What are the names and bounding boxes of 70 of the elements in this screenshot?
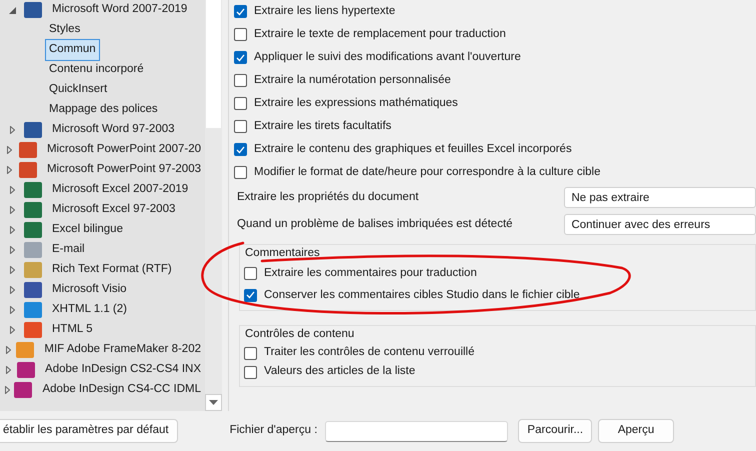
checkbox-label: Extraire les liens hypertexte xyxy=(254,4,396,19)
checkbox-label: Conserver les commentaires cibles Studio dans le fichier cible xyxy=(264,288,580,303)
checkbox[interactable] xyxy=(234,143,247,156)
checkbox[interactable] xyxy=(244,366,257,378)
checkbox[interactable] xyxy=(244,266,257,280)
collapsed-arrow-icon[interactable] xyxy=(10,286,14,294)
checkbox-label: Appliquer le suivi des modifications avant l'ouverture xyxy=(254,50,521,65)
collapsed-arrow-icon[interactable] xyxy=(6,366,12,374)
tree-item[interactable]: HTML 5 xyxy=(48,319,96,341)
collapsed-arrow-icon[interactable] xyxy=(10,306,14,314)
collapsed-arrow-icon[interactable] xyxy=(6,166,12,174)
browse-button[interactable]: Parcourir... xyxy=(518,419,592,443)
tree-item[interactable]: QuickInsert xyxy=(45,79,112,101)
tree-item[interactable]: MIF Adobe FrameMaker 8-202 xyxy=(40,339,205,361)
scrollbar[interactable] xyxy=(205,0,222,411)
tree-item[interactable]: Commun xyxy=(45,39,100,61)
tree-item[interactable]: Microsoft PowerPoint 97-2003 xyxy=(42,159,205,181)
collapsed-arrow-icon[interactable] xyxy=(10,266,14,274)
expanded-arrow-icon[interactable] xyxy=(8,6,16,14)
checkbox[interactable] xyxy=(234,166,247,179)
tree-item[interactable]: E-mail xyxy=(48,239,89,261)
property-label: Extraire les propriétés du document xyxy=(237,190,420,205)
collapsed-arrow-icon[interactable] xyxy=(6,346,11,354)
tree-item[interactable]: Microsoft PowerPoint 2007-20 xyxy=(42,139,205,161)
checkbox[interactable] xyxy=(244,346,257,360)
tree-item[interactable]: Styles xyxy=(45,19,84,41)
tree-item[interactable]: Excel bilingue xyxy=(48,219,127,241)
checkbox-label: Extraire les commentaires pour traduction xyxy=(264,266,477,281)
checkbox[interactable] xyxy=(234,120,247,133)
checkbox-label: Extraire le texte de remplacement pour traduction xyxy=(254,26,506,42)
checkbox-label: Modifier le format de date/heure pour correspondre à la culture cible xyxy=(254,164,600,180)
collapsed-arrow-icon[interactable] xyxy=(10,326,14,334)
checkbox[interactable] xyxy=(234,5,247,18)
dropdown[interactable]: Continuer avec des erreurs xyxy=(564,214,756,235)
checkbox[interactable] xyxy=(234,74,247,87)
checkbox-label: Extraire la numérotation personnalisée xyxy=(254,72,451,88)
collapsed-arrow-icon[interactable] xyxy=(6,146,12,154)
tree-item[interactable]: Microsoft Word 2007-2019 xyxy=(48,0,192,21)
tree-item[interactable]: XHTML 1.1 (2) xyxy=(48,299,131,321)
checkbox[interactable] xyxy=(234,97,247,110)
preview-file-field[interactable] xyxy=(325,420,508,442)
tree-item[interactable]: Microsoft Excel 2007-2019 xyxy=(48,179,192,201)
checkbox-label: Extraire les expressions mathématiques xyxy=(254,96,458,111)
collapsed-arrow-icon[interactable] xyxy=(4,386,10,394)
preview-label: Fichier d'aperçu : xyxy=(230,423,318,438)
down-arrow-icon[interactable] xyxy=(209,400,218,405)
tree-item[interactable]: Microsoft Excel 97-2003 xyxy=(48,199,180,221)
tree-item[interactable]: Rich Text Format (RTF) xyxy=(48,259,176,281)
checkbox[interactable] xyxy=(234,51,247,64)
collapsed-arrow-icon[interactable] xyxy=(10,226,14,234)
collapsed-arrow-icon[interactable] xyxy=(10,186,14,194)
tree-item[interactable]: Microsoft Word 97-2003 xyxy=(48,119,179,141)
property-label: Quand un problème de balises imbriquées est détecté xyxy=(237,216,514,232)
dropdown[interactable]: Ne pas extraire xyxy=(564,187,756,208)
tree-item[interactable]: Mappage des polices xyxy=(45,99,162,121)
tree-item[interactable]: Microsoft Visio xyxy=(48,279,131,301)
reset-button[interactable]: établir les paramètres par défaut xyxy=(0,419,178,443)
preview-button[interactable]: Aperçu xyxy=(598,419,674,443)
checkbox[interactable] xyxy=(244,288,257,302)
checkbox-label: Traiter les contrôles de contenu verrouillé xyxy=(264,345,475,360)
collapsed-arrow-icon[interactable] xyxy=(10,206,14,214)
checkbox-label: Valeurs des articles de la liste xyxy=(264,364,416,380)
checkbox-label: Extraire les tirets facultatifs xyxy=(254,118,392,134)
checkbox[interactable] xyxy=(234,28,247,41)
tree-item[interactable]: Adobe InDesign CS4-CC IDML xyxy=(38,379,205,401)
collapsed-arrow-icon[interactable] xyxy=(10,246,14,254)
collapsed-arrow-icon[interactable] xyxy=(10,126,14,134)
checkbox-label: Extraire le contenu des graphiques et feuilles Excel incorporés xyxy=(254,142,572,157)
tree-item[interactable]: Adobe InDesign CS2-CS4 INX xyxy=(41,359,205,381)
tree-item[interactable]: Contenu incorporé xyxy=(45,59,148,81)
